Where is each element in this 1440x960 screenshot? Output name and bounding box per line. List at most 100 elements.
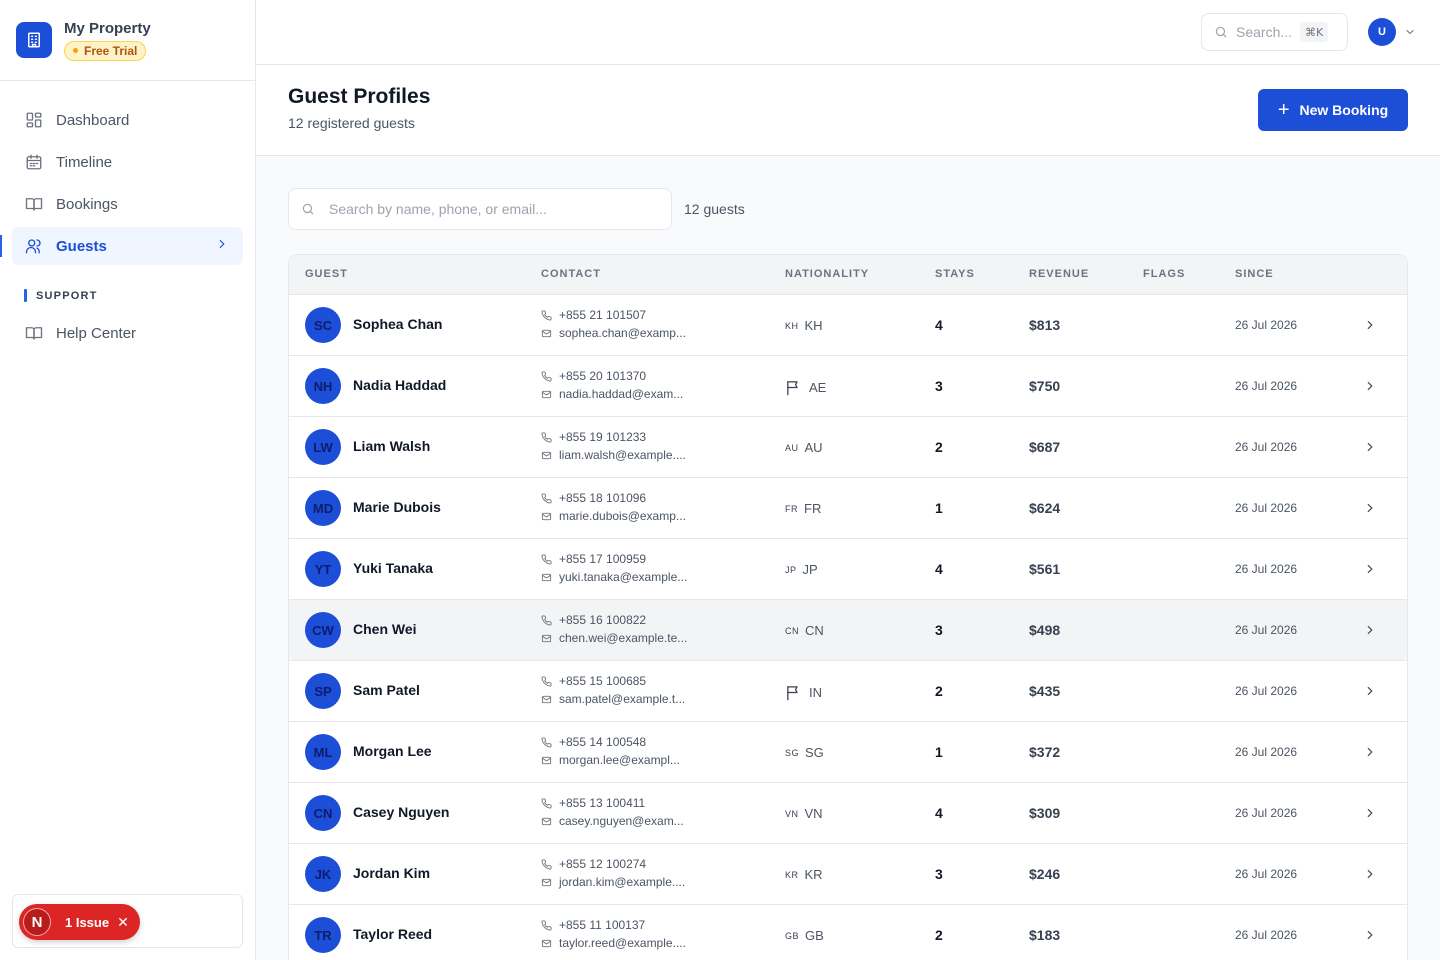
mail-icon	[541, 877, 559, 888]
plus-icon: +	[1277, 99, 1290, 121]
brand-header[interactable]: My Property Free Trial	[0, 0, 255, 81]
nationality-value: AU	[804, 440, 823, 455]
table-row[interactable]: TR Taylor Reed +855 11 100137 taylor.reed@e…	[289, 905, 1407, 960]
sidebar-item-guests[interactable]: Guests	[0, 227, 243, 265]
guest-nationality: IN	[785, 684, 822, 701]
phone-value: +855 19 101233	[559, 430, 647, 444]
book-icon	[24, 194, 44, 214]
guest-email: sam.patel@example.t...	[541, 692, 685, 706]
sidebar-item-help-center[interactable]: Help Center	[12, 314, 243, 352]
sidebar-item-label: Bookings	[56, 195, 118, 213]
phone-value: +855 18 101096	[559, 491, 647, 505]
sidebar-item-label: Guests	[56, 237, 107, 255]
guest-revenue: $750	[1029, 378, 1061, 394]
guest-search-input[interactable]	[329, 201, 649, 217]
guest-phone: +855 16 100822	[541, 613, 646, 627]
chevron-right-icon[interactable]	[1363, 867, 1377, 886]
table-row[interactable]: SP Sam Patel +855 15 100685 sam.patel@examp…	[289, 661, 1407, 722]
guest-stays: 2	[935, 683, 943, 699]
table-row[interactable]: MD Marie Dubois +855 18 101096 marie.dubois…	[289, 478, 1407, 539]
table-row[interactable]: CN Casey Nguyen +855 13 100411 casey.nguyen…	[289, 783, 1407, 844]
guest-name: Sophea Chan	[353, 316, 443, 332]
guests-table: GUEST CONTACT NATIONALITY STAYS REVENUE …	[288, 254, 1408, 960]
guest-since: 26 Jul 2026	[1235, 379, 1298, 393]
guest-revenue: $372	[1029, 744, 1061, 760]
guest-since: 26 Jul 2026	[1235, 440, 1298, 454]
nationality-code: AU	[785, 442, 799, 453]
column-header-since[interactable]: SINCE	[1235, 268, 1274, 280]
page-subtitle: 12 registered guests	[288, 115, 415, 131]
chevron-right-icon[interactable]	[1363, 318, 1377, 337]
column-header-flags[interactable]: FLAGS	[1143, 268, 1185, 280]
user-avatar[interactable]: U	[1368, 18, 1396, 46]
table-row[interactable]: JK Jordan Kim +855 12 100274 jordan.kim@exa…	[289, 844, 1407, 905]
nationality-code: CN	[785, 625, 799, 636]
column-header-stays[interactable]: STAYS	[935, 268, 975, 280]
nationality-code: SG	[785, 747, 800, 758]
table-row[interactable]: CW Chen Wei +855 16 100822 chen.wei@example…	[289, 600, 1407, 661]
global-search-button[interactable]: Search... ⌘K	[1201, 13, 1348, 51]
phone-icon	[541, 797, 559, 809]
free-trial-label: Free Trial	[84, 43, 138, 58]
table-row[interactable]: ML Morgan Lee +855 14 100548 morgan.lee@exa…	[289, 722, 1407, 783]
new-booking-label: New Booking	[1299, 102, 1389, 118]
guest-since: 26 Jul 2026	[1235, 562, 1298, 576]
chevron-right-icon[interactable]	[1363, 623, 1377, 642]
chevron-right-icon[interactable]	[1363, 806, 1377, 825]
phone-icon	[541, 614, 559, 626]
guest-stays: 4	[935, 561, 943, 577]
guest-search-field[interactable]	[288, 188, 672, 230]
chevron-right-icon[interactable]	[1363, 379, 1377, 398]
guest-revenue: $498	[1029, 622, 1061, 638]
sidebar-item-bookings[interactable]: Bookings	[12, 185, 243, 223]
nationality-code: GB	[785, 930, 800, 941]
issues-badge[interactable]: N 1 Issue ✕	[19, 904, 140, 940]
chevron-down-icon[interactable]	[1404, 25, 1416, 43]
table-header: GUEST CONTACT NATIONALITY STAYS REVENUE …	[289, 255, 1407, 295]
free-trial-badge: Free Trial	[64, 40, 147, 61]
chevron-right-icon[interactable]	[1363, 440, 1377, 459]
new-booking-button[interactable]: + New Booking	[1258, 89, 1408, 131]
guest-avatar: SP	[305, 673, 341, 709]
guest-revenue: $813	[1029, 317, 1061, 333]
table-row[interactable]: YT Yuki Tanaka +855 17 100959 yuki.tanaka@e…	[289, 539, 1407, 600]
mail-icon	[541, 633, 559, 644]
phone-icon	[541, 736, 559, 748]
chevron-right-icon[interactable]	[1363, 684, 1377, 703]
column-header-nationality[interactable]: NATIONALITY	[785, 268, 869, 280]
table-row[interactable]: SC Sophea Chan +855 21 101507 sophea.chan@e…	[289, 295, 1407, 356]
column-header-revenue[interactable]: REVENUE	[1029, 268, 1089, 280]
sidebar-item-label: Timeline	[56, 153, 113, 171]
email-value: yuki.tanaka@example...	[559, 570, 688, 584]
guest-avatar: JK	[305, 856, 341, 892]
chevron-right-icon[interactable]	[1363, 745, 1377, 764]
table-row[interactable]: LW Liam Walsh +855 19 101233 liam.walsh@exa…	[289, 417, 1407, 478]
nationality-value: SG	[805, 745, 824, 760]
phone-icon	[541, 858, 559, 870]
table-row[interactable]: NH Nadia Haddad +855 20 101370 nadia.haddad…	[289, 356, 1407, 417]
global-search-placeholder: Search...	[1236, 24, 1293, 40]
close-icon[interactable]: ✕	[117, 914, 129, 931]
sidebar-item-dashboard[interactable]: Dashboard	[12, 101, 243, 139]
column-header-guest[interactable]: GUEST	[305, 268, 348, 280]
guest-email: morgan.lee@exampl...	[541, 753, 680, 767]
chevron-right-icon[interactable]	[1363, 928, 1377, 947]
topbar: Search... ⌘K U	[256, 0, 1440, 65]
section-label-support: SUPPORT	[24, 289, 243, 302]
guest-nationality: AU AU	[785, 440, 823, 455]
sidebar-item-label: Dashboard	[56, 111, 130, 129]
guest-name: Liam Walsh	[353, 438, 431, 454]
chevron-right-icon[interactable]	[1363, 501, 1377, 520]
guest-avatar: LW	[305, 429, 341, 465]
guest-stays: 3	[935, 866, 943, 882]
guest-email: sophea.chan@examp...	[541, 326, 686, 340]
phone-value: +855 17 100959	[559, 552, 647, 566]
guest-revenue: $183	[1029, 927, 1061, 943]
guest-revenue: $624	[1029, 500, 1061, 516]
sidebar-item-timeline[interactable]: Timeline	[12, 143, 243, 181]
chevron-right-icon[interactable]	[1363, 562, 1377, 581]
mail-icon	[541, 694, 559, 705]
nationality-value: CN	[805, 623, 824, 638]
phone-value: +855 11 100137	[559, 918, 646, 932]
column-header-contact[interactable]: CONTACT	[541, 268, 601, 280]
